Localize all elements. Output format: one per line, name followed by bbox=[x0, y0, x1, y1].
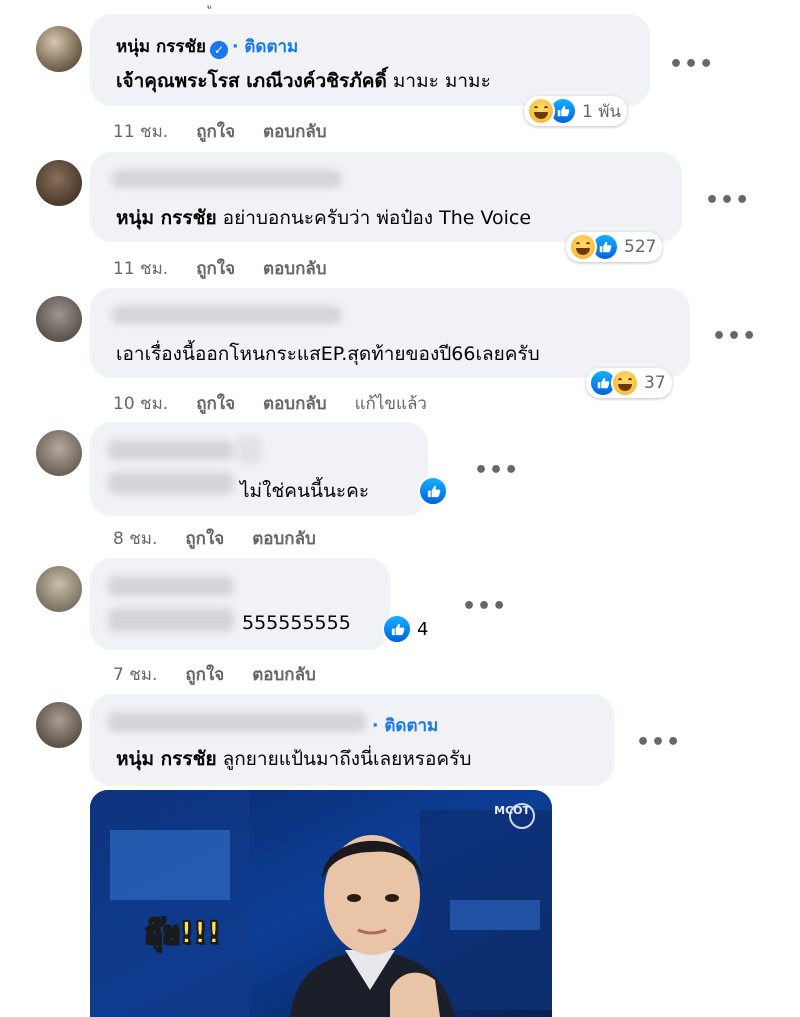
reaction-summary[interactable] bbox=[418, 476, 448, 506]
blurred-area bbox=[236, 436, 262, 464]
comment-bubble bbox=[90, 558, 390, 650]
reply-button[interactable]: ตอบกลับ bbox=[263, 259, 327, 279]
avatar[interactable] bbox=[36, 430, 82, 476]
verified-badge-icon: ✓ bbox=[210, 41, 229, 59]
mention-link[interactable]: หนุ่ม กรรชัย bbox=[116, 748, 217, 770]
comment-body: 555555555 bbox=[242, 612, 351, 634]
gif-scene bbox=[90, 790, 552, 1017]
more-options-icon[interactable]: ••• bbox=[705, 188, 750, 213]
blurred-author-name bbox=[108, 440, 234, 460]
reply-button[interactable]: ตอบกลับ bbox=[252, 665, 316, 685]
reply-button[interactable]: ตอบกลับ bbox=[252, 529, 316, 549]
mention-link[interactable]: เจ้าคุณพระโรส เภณีวงค์วชิรภัคดิ์ bbox=[116, 70, 387, 92]
blurred-author-name bbox=[112, 306, 342, 324]
more-options-icon[interactable]: ••• bbox=[636, 730, 681, 755]
reaction-count: 37 bbox=[644, 373, 666, 393]
like-button[interactable]: ถูกใจ bbox=[185, 529, 224, 549]
comment-text: เอาเรื่องนี้ออกโหนกระแสEP.สุดท้ายของปี66… bbox=[116, 339, 540, 369]
comment-actions: 10 ชม. ถูกใจ ตอบกลับ แก้ไขแล้ว bbox=[113, 390, 455, 417]
avatar[interactable] bbox=[36, 160, 82, 206]
like-button[interactable]: ถูกใจ bbox=[196, 394, 235, 414]
haha-reaction-icon bbox=[527, 97, 555, 125]
comment-time[interactable]: 7 ชม. bbox=[113, 665, 157, 685]
blurred-author-name bbox=[108, 608, 234, 632]
comment-actions: 7 ชม. ถูกใจ ตอบกลับ bbox=[113, 661, 344, 688]
blurred-author-name bbox=[108, 712, 366, 732]
more-options-icon[interactable]: ••• bbox=[669, 52, 714, 77]
comment-actions: 11 ชม. ถูกใจ ตอบกลับ bbox=[113, 255, 355, 282]
reaction-summary[interactable]: 527 bbox=[566, 232, 663, 262]
author-name[interactable]: หนุ่ม กรรชัย bbox=[116, 37, 206, 57]
more-options-icon[interactable]: ••• bbox=[712, 324, 757, 349]
comment-body: ลูกยายแป้นมาถึงนี่เลยหรอครับ bbox=[222, 748, 472, 770]
like-button[interactable]: ถูกใจ bbox=[196, 259, 235, 279]
haha-reaction-icon bbox=[611, 369, 639, 397]
comment-time[interactable]: 11 ชม. bbox=[113, 122, 168, 142]
comment-actions: 8 ชม. ถูกใจ ตอบกลับ bbox=[113, 525, 344, 552]
reaction-count: 4 bbox=[417, 618, 429, 640]
blurred-author-name bbox=[108, 472, 234, 494]
comment-time[interactable]: 11 ชม. bbox=[113, 259, 168, 279]
avatar[interactable] bbox=[36, 296, 82, 342]
cutoff-text: ู bbox=[212, 0, 224, 4]
follow-link[interactable]: · ติดตาม bbox=[232, 37, 298, 57]
comment-text: เจ้าคุณพระโรส เภณีวงค์วชิรภัคดิ์ มามะ มา… bbox=[116, 66, 491, 96]
like-reaction-icon bbox=[382, 614, 412, 644]
reply-button[interactable]: ตอบกลับ bbox=[263, 122, 327, 142]
comment-body: มามะ มามะ bbox=[392, 70, 491, 92]
comment-text: หนุ่ม กรรชัย อย่าบอกนะครับว่า พ่อป๋อง Th… bbox=[116, 203, 531, 233]
reply-button[interactable]: ตอบกลับ bbox=[263, 394, 327, 414]
follow-link-wrap: · ติดตาม bbox=[372, 712, 438, 739]
comment-author: หนุ่ม กรรชัย ✓ · ติดตาม bbox=[116, 33, 298, 60]
more-options-icon[interactable]: ••• bbox=[462, 594, 507, 619]
blurred-author-name bbox=[108, 576, 234, 596]
comment-actions: 11 ชม. ถูกใจ ตอบกลับ bbox=[113, 118, 355, 145]
haha-reaction-icon bbox=[569, 233, 597, 261]
comment-gif-image[interactable]: MCOT อุ๊ย!!! bbox=[90, 790, 552, 1017]
reaction-summary[interactable]: 4 bbox=[382, 614, 428, 644]
tv-logo: MCOT bbox=[494, 804, 530, 817]
avatar[interactable] bbox=[36, 26, 82, 72]
more-options-icon[interactable]: ••• bbox=[474, 458, 519, 483]
follow-link[interactable]: · ติดตาม bbox=[372, 716, 438, 736]
blurred-author-name bbox=[112, 170, 342, 188]
like-button[interactable]: ถูกใจ bbox=[196, 122, 235, 142]
edited-label: แก้ไขแล้ว bbox=[354, 394, 427, 414]
reaction-count: 1 พัน bbox=[582, 101, 622, 122]
comment-time[interactable]: 10 ชม. bbox=[113, 394, 168, 414]
comment-body: อย่าบอกนะครับว่า พ่อป๋อง The Voice bbox=[222, 207, 532, 229]
comment-body: เอาเรื่องนี้ออกโหนกระแสEP.สุดท้ายของปี66… bbox=[116, 343, 540, 365]
comment-text: 555555555 bbox=[242, 612, 351, 634]
reaction-summary[interactable]: 37 bbox=[586, 368, 672, 398]
comment-time[interactable]: 8 ชม. bbox=[113, 529, 157, 549]
like-reaction-icon bbox=[418, 476, 448, 506]
avatar[interactable] bbox=[36, 566, 82, 612]
comment-text: หนุ่ม กรรชัย ลูกยายแป้นมาถึงนี่เลยหรอครั… bbox=[116, 744, 471, 774]
gif-caption: อุ๊ย!!! bbox=[143, 915, 222, 952]
comment-body: ไม่ใช่คนนี้นะคะ bbox=[240, 480, 370, 502]
reaction-summary[interactable]: 1 พัน bbox=[524, 96, 628, 126]
comment-text: ไม่ใช่คนนี้นะคะ bbox=[240, 476, 369, 506]
mention-link[interactable]: หนุ่ม กรรชัย bbox=[116, 207, 217, 229]
reaction-count: 527 bbox=[624, 237, 657, 257]
avatar[interactable] bbox=[36, 702, 82, 748]
like-button[interactable]: ถูกใจ bbox=[185, 665, 224, 685]
